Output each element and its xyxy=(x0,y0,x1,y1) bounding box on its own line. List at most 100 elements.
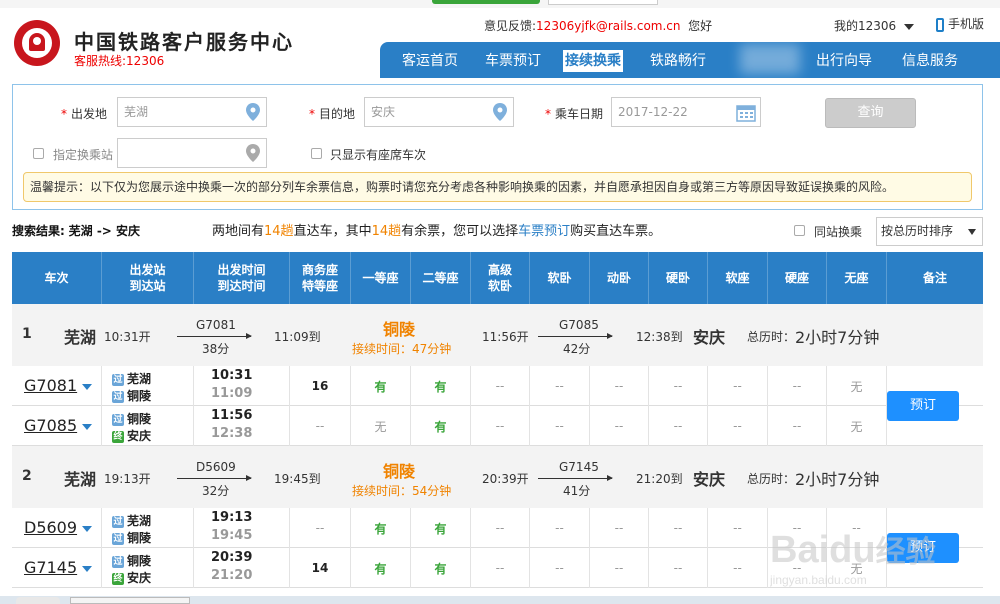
to-station: 过铜陵 xyxy=(112,531,152,545)
plan-total-label: 总历时： xyxy=(747,472,796,486)
result-summary: 两地间有14趟直达车，其中14趟有余票，您可以选择车票预订购买直达车票。 xyxy=(212,224,662,239)
train-number-link[interactable]: G7081 xyxy=(24,376,77,395)
from-station: 过芜湖 xyxy=(112,372,152,386)
taskbar-item[interactable] xyxy=(70,597,190,604)
from-station: 过芜湖 xyxy=(112,514,152,528)
sort-select[interactable]: 按总历时排序 xyxy=(876,217,983,246)
train-number-link[interactable]: D5609 xyxy=(24,518,77,537)
to-input[interactable]: 安庆 xyxy=(364,97,514,127)
plan-train1: G7081 xyxy=(196,318,236,332)
plan-total: 2小时7分钟 xyxy=(795,328,880,347)
mobile-label: 手机版 xyxy=(948,17,985,31)
to-station: 终安庆 xyxy=(112,429,152,443)
book-button[interactable]: 预订 xyxy=(887,391,959,421)
from-station: 过铜陵 xyxy=(112,554,152,568)
plan-arr2: 12:38到 xyxy=(636,330,683,344)
chevron-down-icon[interactable] xyxy=(82,566,92,572)
green-tab[interactable] xyxy=(432,0,540,4)
seat-cell: 无 xyxy=(827,366,887,406)
taskbar-item[interactable] xyxy=(16,597,60,604)
location-pin-icon[interactable] xyxy=(246,103,260,121)
date-input[interactable]: 2017-12-22 xyxy=(611,97,761,127)
same-station-checkbox[interactable] xyxy=(794,225,805,236)
plan-summary-row: 2 芜湖 19:13开 D5609 32分 19:45到 铜陵 接续时间：54分钟 20:39开… xyxy=(12,446,983,508)
from-label: * 出发地 xyxy=(61,107,108,121)
plan-summary-row: 1 芜湖 10:31开 G7081 38分 11:09到 铜陵 接续时间：47分钟 11:56开… xyxy=(12,304,983,366)
plan-train2: G7085 xyxy=(559,318,599,332)
seat-cell: 有 xyxy=(411,508,471,548)
station-tag-icon: 过 xyxy=(112,373,124,386)
plan-wait: 接续时间：54分钟 xyxy=(352,484,452,498)
seat-cell: -- xyxy=(530,406,590,446)
nav-transfer[interactable]: 接续换乘 xyxy=(563,50,623,72)
column-header: 软座 xyxy=(708,252,768,304)
seat-cell: -- xyxy=(649,508,708,548)
train-number-link[interactable]: G7085 xyxy=(24,416,77,435)
nav-booking[interactable]: 车票预订 xyxy=(483,50,543,72)
baidu-watermark: Baidu经验 jingyan.baidu.com xyxy=(769,510,990,590)
seat-cell: -- xyxy=(708,508,768,548)
column-header: 高级 软卧 xyxy=(471,252,530,304)
plan-total: 2小时7分钟 xyxy=(795,470,880,489)
main-nav: 客运首页 车票预订 接续换乘 铁路畅行 出行向导 信息服务 xyxy=(380,42,1000,78)
to-station: 过铜陵 xyxy=(112,389,152,403)
feedback-email[interactable]: 12306yjfk@rails.com.cn xyxy=(536,19,680,33)
dep-time: 11:56 xyxy=(211,408,253,423)
seat-only-checkbox[interactable] xyxy=(311,148,322,159)
arr-time: 12:38 xyxy=(211,426,253,441)
plan-dep-time: 19:13开 xyxy=(104,472,151,486)
seat-cell: -- xyxy=(590,548,649,588)
booking-link[interactable]: 车票预订 xyxy=(518,224,570,239)
site-title: 中国铁路客户服务中心 xyxy=(74,30,294,54)
plan-dep2: 11:56开 xyxy=(482,330,529,344)
my12306-menu[interactable]: 我的12306 xyxy=(834,17,915,34)
seat-cell: -- xyxy=(590,366,649,406)
nav-home[interactable]: 客运首页 xyxy=(400,50,460,72)
seat-cell: 16 xyxy=(290,366,351,406)
from-input[interactable]: 芜湖 xyxy=(117,97,267,127)
transfer-station-input[interactable] xyxy=(117,138,267,168)
plan-index: 2 xyxy=(22,468,32,484)
seat-cell: -- xyxy=(530,508,590,548)
location-pin-icon[interactable] xyxy=(493,103,507,121)
chevron-down-icon xyxy=(904,23,915,30)
plan-transfer-station: 铜陵 xyxy=(383,320,416,339)
chevron-down-icon[interactable] xyxy=(82,424,92,430)
plan-to-station: 安庆 xyxy=(693,328,726,347)
arr-time: 21:20 xyxy=(211,568,253,583)
dep-time: 20:39 xyxy=(211,550,253,565)
plan-wait: 接续时间：47分钟 xyxy=(352,342,452,356)
column-header: 备注 xyxy=(922,271,947,285)
white-tab[interactable] xyxy=(548,0,658,5)
seat-cell: 有 xyxy=(411,366,471,406)
nav-travel[interactable]: 铁路畅行 xyxy=(648,50,708,72)
to-label: * 目的地 xyxy=(309,107,356,121)
location-pin-icon[interactable] xyxy=(246,144,260,162)
result-summary-left: 搜索结果: 芜湖 -> 安庆 xyxy=(12,224,141,238)
query-button[interactable]: 查询 xyxy=(825,98,916,128)
plan-arr2: 21:20到 xyxy=(636,472,683,486)
plan-from-station: 芜湖 xyxy=(64,470,97,489)
nav-guide[interactable]: 出行向导 xyxy=(814,50,874,72)
seat-cell: 无 xyxy=(827,406,887,446)
seat-cell: -- xyxy=(290,508,351,548)
plan-dep-time: 10:31开 xyxy=(104,330,151,344)
from-station: 过铜陵 xyxy=(112,412,152,426)
seat-cell: -- xyxy=(649,406,708,446)
watermark-text: Baidu经验 xyxy=(770,529,936,571)
plan-dur1: 32分 xyxy=(202,484,230,498)
seat-cell: -- xyxy=(530,366,590,406)
calendar-icon[interactable] xyxy=(736,104,756,122)
seat-cell: 无 xyxy=(351,406,411,446)
transfer-station-checkbox[interactable] xyxy=(33,148,44,159)
chevron-down-icon[interactable] xyxy=(82,526,92,532)
nav-info[interactable]: 信息服务 xyxy=(900,50,960,72)
train-number-link[interactable]: G7145 xyxy=(24,558,77,577)
column-header: 车次 xyxy=(12,252,102,304)
chevron-down-icon[interactable] xyxy=(82,384,92,390)
seat-cell: -- xyxy=(471,508,530,548)
mobile-link[interactable]: 手机版 xyxy=(936,15,984,32)
seat-cell: 有 xyxy=(351,548,411,588)
column-header: 无座 xyxy=(827,252,887,304)
transfer-station-label: 指定换乘站 xyxy=(53,148,114,162)
